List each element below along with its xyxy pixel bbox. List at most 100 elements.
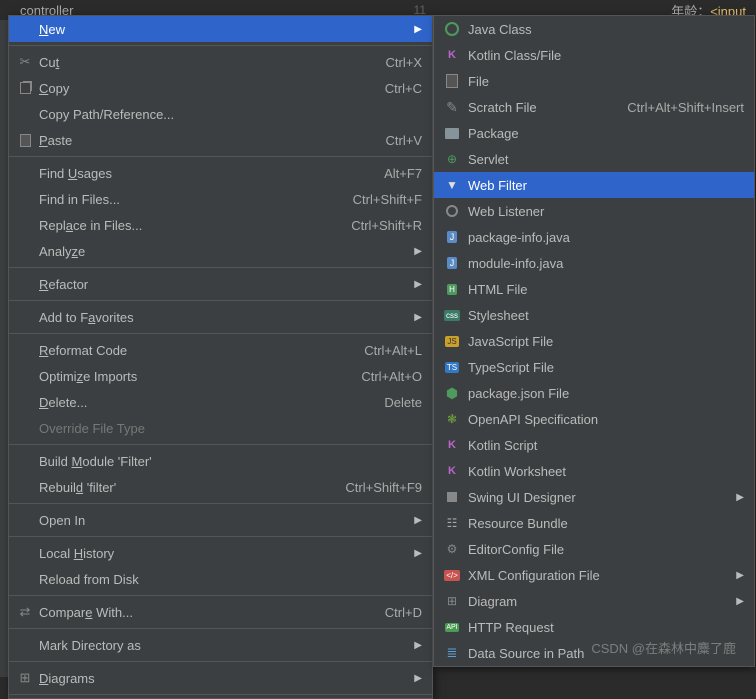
submenu-item[interactable]: Swing UI Designer▶ bbox=[434, 484, 754, 510]
menu-item-label: Paste bbox=[39, 133, 386, 148]
submenu-item[interactable]: ✎ Scratch FileCtrl+Alt+Shift+Insert bbox=[434, 94, 754, 120]
menu-item[interactable]: Build Module 'Filter' bbox=[9, 448, 432, 474]
diagram-icon: ⊞ bbox=[444, 593, 460, 609]
context-menu[interactable]: New▶ ✂CutCtrl+XCopyCtrl+CCopy Path/Refere… bbox=[8, 15, 433, 699]
submenu-item[interactable]: KKotlin Script bbox=[434, 432, 754, 458]
menu-item-label: Compare With... bbox=[39, 605, 385, 620]
new-submenu[interactable]: Java ClassKKotlin Class/FileFile✎Scratch… bbox=[433, 15, 755, 667]
submenu-item[interactable]: Web Listener bbox=[434, 198, 754, 224]
menu-item-label: Local History bbox=[39, 546, 406, 561]
menu-item[interactable]: Find in Files...Ctrl+Shift+F bbox=[9, 186, 432, 212]
submenu-item[interactable]: KKotlin Worksheet bbox=[434, 458, 754, 484]
menu-item[interactable]: Mark Directory as▶ bbox=[9, 632, 432, 658]
submenu-item-label: Java Class bbox=[468, 22, 744, 37]
xml-icon: </> bbox=[444, 567, 460, 583]
submenu-item-label: Kotlin Class/File bbox=[468, 48, 744, 63]
submenu-item-label: Servlet bbox=[468, 152, 744, 167]
submenu-item-label: module-info.java bbox=[468, 256, 744, 271]
menu-item[interactable]: Optimize ImportsCtrl+Alt+O bbox=[9, 363, 432, 389]
menu-separator bbox=[9, 503, 432, 504]
menu-item[interactable]: Find UsagesAlt+F7 bbox=[9, 160, 432, 186]
menu-item[interactable]: Copy Path/Reference... bbox=[9, 101, 432, 127]
submenu-item-label: File bbox=[468, 74, 744, 89]
submenu-item-label: Web Listener bbox=[468, 204, 744, 219]
menu-item-label: Optimize Imports bbox=[39, 369, 361, 384]
submenu-arrow-icon: ▶ bbox=[414, 548, 422, 559]
menu-item[interactable]: Refactor▶ bbox=[9, 271, 432, 297]
menu-item[interactable]: PasteCtrl+V bbox=[9, 127, 432, 153]
submenu-item[interactable]: ⊕Servlet bbox=[434, 146, 754, 172]
menu-item[interactable]: Add to Favorites▶ bbox=[9, 304, 432, 330]
submenu-item-label: Scratch File bbox=[468, 100, 627, 115]
menu-item[interactable]: ⇄Compare With...Ctrl+D bbox=[9, 599, 432, 625]
menu-separator bbox=[9, 536, 432, 537]
compare-icon: ⇄ bbox=[17, 604, 33, 620]
menu-separator bbox=[9, 661, 432, 662]
menu-shortcut: Ctrl+X bbox=[386, 55, 422, 70]
submenu-item[interactable]: JSJavaScript File bbox=[434, 328, 754, 354]
menu-item[interactable]: Analyze▶ bbox=[9, 238, 432, 264]
menu-separator bbox=[9, 45, 432, 46]
menu-item[interactable]: ✂CutCtrl+X bbox=[9, 49, 432, 75]
menu-shortcut: Ctrl+Shift+F9 bbox=[345, 480, 422, 495]
submenu-item[interactable]: APIHTTP Request bbox=[434, 614, 754, 640]
j-icon: J bbox=[444, 255, 460, 271]
menu-shortcut: Ctrl+Alt+Shift+Insert bbox=[627, 100, 744, 115]
submenu-item-label: XML Configuration File bbox=[468, 568, 728, 583]
k-icon: K bbox=[444, 437, 460, 453]
http-icon: API bbox=[444, 619, 460, 635]
submenu-item[interactable]: Jmodule-info.java bbox=[434, 250, 754, 276]
editorconfig-icon: ⚙ bbox=[444, 541, 460, 557]
submenu-item[interactable]: Jpackage-info.java bbox=[434, 224, 754, 250]
submenu-item[interactable]: ▼Web Filter bbox=[434, 172, 754, 198]
menu-item[interactable]: Reformat CodeCtrl+Alt+L bbox=[9, 337, 432, 363]
submenu-item-label: OpenAPI Specification bbox=[468, 412, 744, 427]
submenu-item-label: package-info.java bbox=[468, 230, 744, 245]
menu-item[interactable]: Replace in Files...Ctrl+Shift+R bbox=[9, 212, 432, 238]
submenu-arrow-icon: ▶ bbox=[414, 246, 422, 257]
menu-separator bbox=[9, 595, 432, 596]
menu-item-label: Cut bbox=[39, 55, 386, 70]
submenu-arrow-icon: ▶ bbox=[414, 673, 422, 684]
submenu-item[interactable]: TSTypeScript File bbox=[434, 354, 754, 380]
submenu-item[interactable]: ⊞Diagram▶ bbox=[434, 588, 754, 614]
submenu-item[interactable]: File bbox=[434, 68, 754, 94]
menu-shortcut: Delete bbox=[384, 395, 422, 410]
submenu-item[interactable]: KKotlin Class/File bbox=[434, 42, 754, 68]
scratch-icon: ✎ bbox=[444, 99, 460, 115]
menu-item-label: Find in Files... bbox=[39, 192, 353, 207]
menu-separator bbox=[9, 156, 432, 157]
menu-item-label: Reload from Disk bbox=[39, 572, 422, 587]
copy-icon bbox=[17, 80, 33, 96]
menu-item[interactable]: Open In▶ bbox=[9, 507, 432, 533]
submenu-item[interactable]: Java Class bbox=[434, 16, 754, 42]
menu-item[interactable]: Override File Type bbox=[9, 415, 432, 441]
circle-icon bbox=[444, 21, 460, 37]
menu-separator bbox=[9, 267, 432, 268]
submenu-item[interactable]: ⚙ EditorConfig File bbox=[434, 536, 754, 562]
menu-item-label: Replace in Files... bbox=[39, 218, 351, 233]
menu-item[interactable]: New▶ bbox=[9, 16, 432, 42]
submenu-item[interactable]: ⬢package.json File bbox=[434, 380, 754, 406]
js-icon: JS bbox=[444, 333, 460, 349]
submenu-item[interactable]: Package bbox=[434, 120, 754, 146]
submenu-item[interactable]: </>XML Configuration File▶ bbox=[434, 562, 754, 588]
submenu-item-label: EditorConfig File bbox=[468, 542, 744, 557]
menu-item[interactable]: CopyCtrl+C bbox=[9, 75, 432, 101]
submenu-arrow-icon: ▶ bbox=[736, 492, 744, 503]
diagrams-icon: ⊞ bbox=[17, 670, 33, 686]
paste-icon bbox=[17, 132, 33, 148]
submenu-item[interactable]: HHTML File bbox=[434, 276, 754, 302]
menu-item[interactable]: Local History ▶ bbox=[9, 540, 432, 566]
menu-item-label: Build Module 'Filter' bbox=[39, 454, 422, 469]
submenu-item-label: Diagram bbox=[468, 594, 728, 609]
submenu-item[interactable]: ☷Resource Bundle bbox=[434, 510, 754, 536]
menu-item[interactable]: ⊞Diagrams▶ bbox=[9, 665, 432, 691]
submenu-item[interactable]: ❃OpenAPI Specification bbox=[434, 406, 754, 432]
menu-item[interactable]: Delete...Delete bbox=[9, 389, 432, 415]
listener-icon bbox=[444, 203, 460, 219]
submenu-item[interactable]: cssStylesheet bbox=[434, 302, 754, 328]
menu-item[interactable]: Rebuild 'filter'Ctrl+Shift+F9 bbox=[9, 474, 432, 500]
html-icon: H bbox=[444, 281, 460, 297]
menu-item[interactable]: Reload from Disk bbox=[9, 566, 432, 592]
